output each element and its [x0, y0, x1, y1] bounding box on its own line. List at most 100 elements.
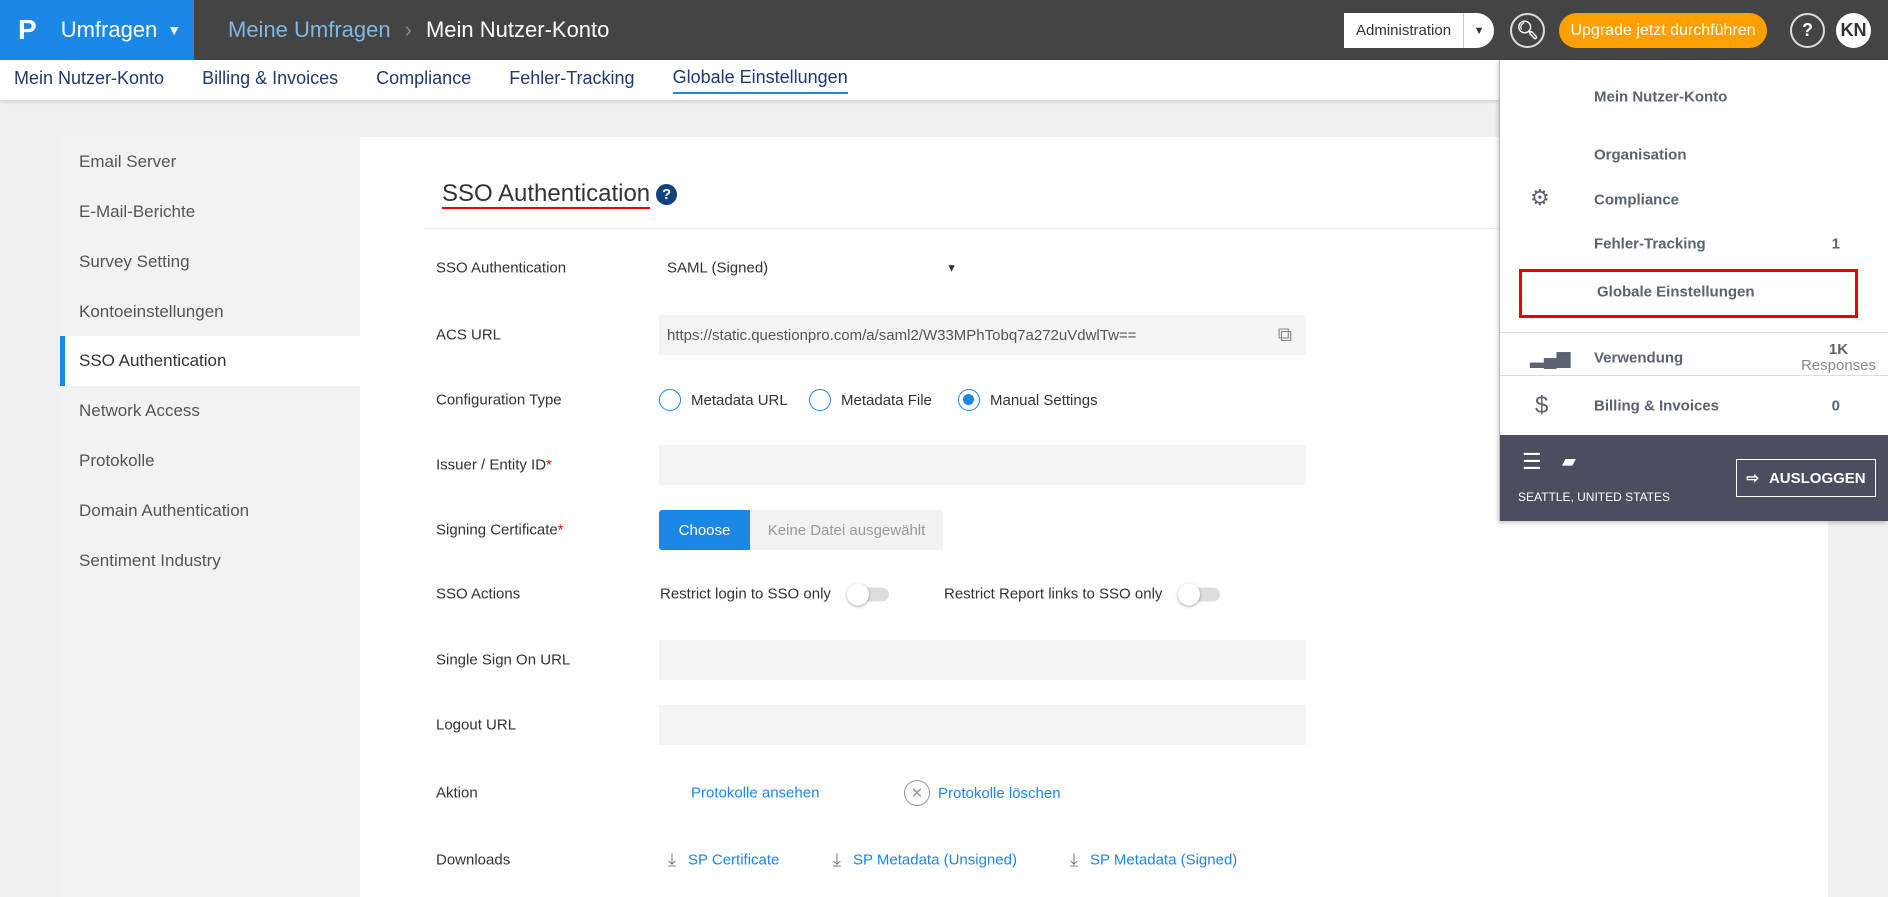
breadcrumb-link[interactable]: Meine Umfragen: [228, 17, 391, 43]
avatar[interactable]: KN: [1836, 13, 1871, 48]
account-menu: Mein Nutzer-Konto Organisation ⚙ Complia…: [1499, 60, 1888, 521]
close-circle-icon: ✕: [904, 780, 930, 806]
toggle-label: Restrict login to SSO only: [660, 585, 831, 603]
help-icon[interactable]: ?: [656, 184, 678, 205]
menu-item-globale-einstellungen[interactable]: Globale Einstellungen: [1597, 284, 1755, 301]
sidebar-item-email-server[interactable]: Email Server: [60, 137, 360, 187]
toggle-restrict-login[interactable]: Restrict login to SSO only: [660, 583, 889, 605]
link-text: SP Metadata (Unsigned): [852, 851, 1017, 869]
download-sp-metadata-signed[interactable]: ⤓ SP Metadata (Signed): [1070, 850, 1237, 871]
issuer-input[interactable]: [659, 445, 1306, 485]
radio-manual-settings[interactable]: Manual Settings: [958, 389, 1098, 411]
acs-url-value: https://static.questionpro.com/a/saml2/W…: [667, 326, 1137, 344]
sidebar-item-network-access[interactable]: Network Access: [60, 386, 360, 436]
database-icon: ☰: [1522, 449, 1542, 474]
choose-file-button[interactable]: Choose: [659, 510, 750, 550]
usage-value: 1K Responses: [1801, 342, 1876, 374]
caret-down-icon: ▼: [946, 262, 957, 274]
logout-url-input[interactable]: [659, 705, 1306, 745]
sso-url-input[interactable]: [659, 640, 1306, 680]
menu-item-mein-nutzer-konto[interactable]: Mein Nutzer-Konto: [1594, 89, 1727, 106]
fehler-count: 1: [1831, 235, 1840, 253]
tab-mein-nutzer-konto[interactable]: Mein Nutzer-Konto: [14, 68, 164, 93]
download-sp-metadata-unsigned[interactable]: ⤓ SP Metadata (Unsigned): [833, 850, 1017, 871]
title-text: SSO Authentication: [442, 180, 651, 209]
label-issuer: Issuer / Entity ID*: [436, 457, 552, 474]
sidebar-item-sso[interactable]: SSO Authentication: [60, 336, 360, 386]
usage-unit: Responses: [1800, 357, 1876, 374]
admin-label: Administration: [1344, 13, 1465, 48]
toggle-restrict-report[interactable]: Restrict Report links to SSO only: [944, 583, 1221, 605]
radio-metadata-file[interactable]: Metadata File: [809, 389, 932, 411]
logout-button[interactable]: ⇨ AUSLOGGEN: [1736, 459, 1876, 497]
menu-item-compliance[interactable]: Compliance: [1594, 192, 1679, 209]
us-map-icon: ▰: [1562, 451, 1576, 471]
dollar-icon: $: [1535, 392, 1549, 419]
billing-count: 0: [1831, 397, 1840, 415]
radio-icon: [809, 389, 831, 411]
toggle-switch[interactable]: [846, 583, 889, 605]
sso-select[interactable]: SAML (Signed) ▼: [667, 260, 957, 277]
signal-bars-icon: ▂▄▆: [1530, 347, 1571, 368]
usage-count: 1K: [1828, 341, 1849, 358]
download-sp-certificate[interactable]: ⤓ SP Certificate: [668, 850, 779, 871]
label-config: Configuration Type: [436, 391, 562, 409]
link-text: Protokolle löschen: [938, 784, 1061, 802]
gears-icon: ⚙: [1530, 185, 1550, 210]
tab-globale-einstellungen[interactable]: Globale Einstellungen: [672, 67, 848, 94]
radio-metadata-url[interactable]: Metadata URL: [659, 389, 788, 411]
sidebar-item-sentiment[interactable]: Sentiment Industry: [60, 536, 360, 586]
chevron-right-icon: ›: [404, 17, 412, 42]
label-sso: SSO Authentication: [436, 259, 567, 277]
menu-item-verwendung[interactable]: Verwendung: [1594, 350, 1683, 367]
link-text: SP Metadata (Signed): [1089, 851, 1238, 869]
delete-logs-link[interactable]: ✕ Protokolle löschen: [904, 780, 1061, 806]
search-button[interactable]: 🔍︎: [1510, 13, 1545, 48]
app-name: Umfragen: [60, 17, 158, 42]
sidebar-item-domain-auth[interactable]: Domain Authentication: [60, 486, 360, 536]
radio-checked-icon: [958, 389, 980, 411]
divider: [1500, 375, 1888, 376]
help-button[interactable]: ?: [1790, 13, 1825, 48]
tab-compliance[interactable]: Compliance: [376, 68, 471, 93]
search-icon: 🔍︎: [1516, 20, 1539, 40]
label-actions: SSO Actions: [436, 585, 521, 603]
label-logout-url: Logout URL: [436, 716, 517, 734]
radio-label: Metadata File: [841, 391, 932, 409]
tab-fehler-tracking[interactable]: Fehler-Tracking: [509, 68, 634, 93]
sidebar-item-survey-setting[interactable]: Survey Setting: [60, 237, 360, 287]
upgrade-button[interactable]: Upgrade jetzt durchführen: [1559, 13, 1767, 48]
copy-icon[interactable]: ⧉: [1278, 324, 1292, 347]
toggle-label: Restrict Report links to SSO only: [944, 585, 1163, 603]
menu-item-billing[interactable]: Billing & Invoices: [1594, 398, 1719, 415]
file-status: Keine Datei ausgewählt: [750, 510, 943, 550]
sidebar-item-email-berichte[interactable]: E-Mail-Berichte: [60, 187, 360, 237]
sidebar-item-protokolle[interactable]: Protokolle: [60, 436, 360, 486]
location-text: SEATTLE, UNITED STATES: [1518, 490, 1671, 504]
acs-url-field[interactable]: https://static.questionpro.com/a/saml2/W…: [659, 315, 1306, 355]
label-text: Signing Certificate: [436, 521, 558, 539]
link-text: SP Certificate: [687, 851, 780, 869]
view-logs-link[interactable]: Protokolle ansehen: [691, 785, 819, 802]
menu-footer: ☰ ▰ SEATTLE, UNITED STATES ⇨ AUSLOGGEN: [1500, 435, 1888, 521]
label-acs: ACS URL: [436, 326, 502, 344]
tab-billing[interactable]: Billing & Invoices: [202, 68, 338, 93]
breadcrumb: Meine Umfragen › Mein Nutzer-Konto: [228, 0, 609, 60]
radio-label: Manual Settings: [990, 391, 1098, 409]
divider: [424, 228, 1504, 229]
label-aktion: Aktion: [436, 784, 478, 802]
menu-item-organisation[interactable]: Organisation: [1594, 147, 1687, 164]
label-text: Issuer / Entity ID: [436, 456, 547, 474]
app-switcher[interactable]: P Umfragen ▼: [0, 0, 194, 60]
required-mark: *: [557, 521, 564, 539]
caret-down-icon: ▼: [1473, 24, 1485, 37]
radio-label: Metadata URL: [691, 391, 788, 409]
download-icon: ⤓: [833, 849, 841, 870]
label-signing: Signing Certificate*: [436, 522, 564, 539]
toggle-switch[interactable]: [1178, 583, 1221, 605]
sidebar-item-kontoeinstellungen[interactable]: Kontoeinstellungen: [60, 287, 360, 337]
admin-dropdown[interactable]: Administration ▼: [1344, 13, 1494, 48]
divider: [1500, 332, 1888, 333]
menu-item-fehler-tracking[interactable]: Fehler-Tracking: [1594, 236, 1706, 253]
caret-down-icon: ▼: [167, 22, 182, 38]
